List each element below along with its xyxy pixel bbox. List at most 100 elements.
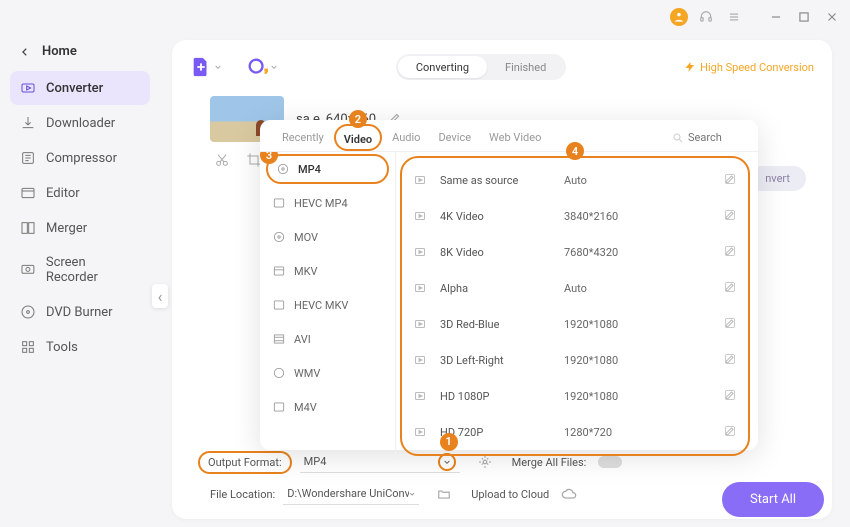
sidebar-item-compressor[interactable]: Compressor	[10, 141, 150, 175]
open-folder-icon[interactable]	[437, 487, 451, 501]
play-box-icon	[414, 390, 430, 402]
format-search[interactable]	[672, 131, 744, 144]
chevron-down-icon	[409, 490, 415, 498]
preset-name: Same as source	[440, 174, 564, 187]
preset-resolution: 1920*1080	[564, 318, 724, 331]
play-box-icon	[414, 282, 430, 294]
chevron-left-icon	[20, 47, 30, 57]
format-item[interactable]: MKV	[260, 254, 395, 288]
preset-resolution: 1280*720	[564, 426, 724, 439]
preset-name: Alpha	[440, 282, 564, 295]
format-item[interactable]: WMV	[260, 356, 395, 390]
editor-icon	[20, 185, 36, 201]
preset-name: 4K Video	[440, 210, 564, 223]
sidebar-item-label: Merger	[46, 221, 87, 236]
compressor-icon	[20, 150, 36, 166]
file-location-label: File Location:	[210, 488, 275, 501]
sidebar-item-tools[interactable]: Tools	[10, 330, 150, 364]
format-item[interactable]: AVI	[260, 322, 395, 356]
edit-preset-icon[interactable]	[724, 245, 736, 260]
annotation-badge-1: 1	[440, 433, 458, 451]
play-box-icon	[414, 246, 430, 258]
format-item[interactable]: HEVC MP4	[260, 186, 395, 220]
download-icon	[20, 115, 36, 131]
home-label: Home	[42, 44, 77, 59]
close-button[interactable]	[822, 7, 842, 27]
edit-preset-icon[interactable]	[724, 425, 736, 440]
preset-row[interactable]: 3D Red-Blue1920*1080	[410, 306, 740, 342]
play-box-icon	[414, 174, 430, 186]
seg-converting[interactable]: Converting	[398, 56, 487, 78]
trim-icon[interactable]	[214, 152, 230, 172]
tab-device[interactable]: Device	[430, 124, 479, 151]
play-box-icon	[414, 354, 430, 366]
format-item-mp4[interactable]: MP4 3	[266, 154, 389, 184]
file-icon	[272, 400, 286, 414]
sidebar-item-merger[interactable]: Merger	[10, 211, 150, 245]
chevron-down-icon	[214, 63, 222, 71]
format-popover: Recently Video 2 Audio Device Web Video …	[260, 120, 758, 450]
home-nav[interactable]: Home	[10, 38, 150, 65]
edit-preset-icon[interactable]	[724, 317, 736, 332]
preset-row[interactable]: HD 720P1280*720	[410, 414, 740, 450]
sidebar-item-screen-recorder[interactable]: Screen Recorder	[10, 246, 150, 294]
minimize-button[interactable]	[766, 7, 786, 27]
converter-icon	[20, 80, 36, 96]
preset-row[interactable]: Same as sourceAuto	[410, 162, 740, 198]
disc-icon	[272, 230, 286, 244]
edit-preset-icon[interactable]	[724, 209, 736, 224]
edit-preset-icon[interactable]	[724, 173, 736, 188]
preset-row[interactable]: HD 1080P1920*1080	[410, 378, 740, 414]
titlebar	[0, 0, 850, 34]
sidebar-item-dvd-burner[interactable]: DVD Burner	[10, 295, 150, 329]
preset-resolution: Auto	[564, 174, 724, 187]
tab-web-video[interactable]: Web Video	[481, 124, 549, 151]
sidebar-item-label: Downloader	[46, 116, 115, 131]
preset-row[interactable]: 4K Video3840*2160	[410, 198, 740, 234]
chevron-down-icon	[270, 63, 278, 71]
menu-icon[interactable]	[724, 7, 744, 27]
sidebar-item-label: Compressor	[46, 151, 117, 166]
edit-preset-icon[interactable]	[724, 353, 736, 368]
start-all-button[interactable]: Start All	[722, 482, 824, 517]
dvd-icon	[20, 304, 36, 320]
search-input[interactable]	[688, 131, 744, 144]
format-list: MP4 3 HEVC MP4 MOV MKV HEVC MKV AVI WMV …	[260, 152, 396, 460]
edit-preset-icon[interactable]	[724, 389, 736, 404]
preset-row[interactable]: 3D Left-Right1920*1080	[410, 342, 740, 378]
status-segment: Converting Finished	[396, 54, 566, 80]
tab-audio[interactable]: Audio	[384, 124, 428, 151]
search-icon	[672, 132, 684, 144]
format-item[interactable]: MOV	[260, 220, 395, 254]
tab-video-wrap: Video 2	[334, 124, 382, 151]
preset-name: 8K Video	[440, 246, 564, 259]
format-item[interactable]: M4V	[260, 390, 395, 424]
sidebar-item-label: DVD Burner	[46, 305, 113, 320]
preset-resolution: Auto	[564, 282, 724, 295]
headset-icon[interactable]	[696, 7, 716, 27]
add-url-button[interactable]	[246, 56, 278, 78]
preset-row[interactable]: AlphaAuto	[410, 270, 740, 306]
add-file-button[interactable]	[190, 56, 222, 78]
file-location-select[interactable]: D:\Wondershare UniConverter 1	[283, 483, 419, 505]
tab-recently[interactable]: Recently	[274, 124, 332, 151]
edit-preset-icon[interactable]	[724, 281, 736, 296]
format-item[interactable]: HEVC MKV	[260, 288, 395, 322]
sidebar-item-label: Editor	[46, 186, 80, 201]
preset-list: 4 Same as sourceAuto4K Video3840*21608K …	[396, 152, 758, 460]
maximize-button[interactable]	[794, 7, 814, 27]
preset-row[interactable]: 8K Video7680*4320	[410, 234, 740, 270]
tab-video[interactable]: Video	[342, 131, 374, 148]
play-box-icon	[414, 318, 430, 330]
recorder-icon	[20, 262, 36, 278]
seg-finished[interactable]: Finished	[487, 56, 564, 78]
sidebar-item-converter[interactable]: Converter	[10, 71, 150, 105]
tools-icon	[20, 339, 36, 355]
sidebar-item-editor[interactable]: Editor	[10, 176, 150, 210]
high-speed-conv[interactable]: High Speed Conversion	[684, 61, 814, 74]
avatar[interactable]	[670, 8, 688, 26]
sidebar-item-downloader[interactable]: Downloader	[10, 106, 150, 140]
file-icon	[272, 196, 286, 210]
cloud-icon[interactable]	[561, 486, 577, 502]
bolt-icon	[684, 61, 696, 73]
